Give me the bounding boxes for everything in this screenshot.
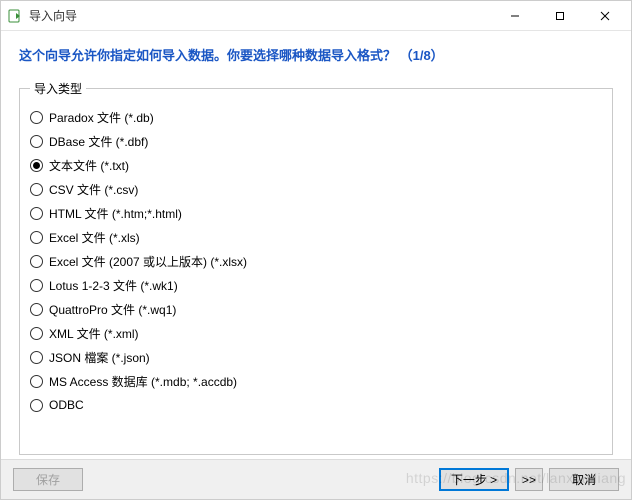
import-type-option[interactable]: MS Access 数据库 (*.mdb; *.accdb) xyxy=(30,369,602,393)
minimize-button[interactable] xyxy=(492,2,537,30)
next-button[interactable]: 下一步 > xyxy=(439,468,509,491)
radio-icon[interactable] xyxy=(30,231,43,244)
radio-icon[interactable] xyxy=(30,255,43,268)
import-type-option[interactable]: CSV 文件 (*.csv) xyxy=(30,177,602,201)
radio-icon[interactable] xyxy=(30,375,43,388)
radio-icon[interactable] xyxy=(30,279,43,292)
option-label: MS Access 数据库 (*.mdb; *.accdb) xyxy=(49,373,237,390)
option-label: Paradox 文件 (*.db) xyxy=(49,109,154,126)
radio-icon[interactable] xyxy=(30,135,43,148)
radio-icon[interactable] xyxy=(30,399,43,412)
option-label: CSV 文件 (*.csv) xyxy=(49,181,138,198)
import-type-option[interactable]: Excel 文件 (2007 或以上版本) (*.xlsx) xyxy=(30,249,602,273)
content-area: 导入类型 Paradox 文件 (*.db) DBase 文件 (*.dbf) 文本… xyxy=(1,70,631,459)
import-type-option[interactable]: XML 文件 (*.xml) xyxy=(30,321,602,345)
radio-icon[interactable] xyxy=(30,159,43,172)
app-icon xyxy=(7,8,23,24)
option-label: Excel 文件 (2007 或以上版本) (*.xlsx) xyxy=(49,253,247,270)
import-type-option[interactable]: JSON 檔案 (*.json) xyxy=(30,345,602,369)
import-type-option[interactable]: ODBC xyxy=(30,393,602,417)
window-controls xyxy=(492,2,627,30)
radio-icon[interactable] xyxy=(30,351,43,364)
save-button[interactable]: 保存 xyxy=(13,468,83,491)
group-legend: 导入类型 xyxy=(30,80,86,97)
import-type-option[interactable]: QuattroPro 文件 (*.wq1) xyxy=(30,297,602,321)
import-type-option[interactable]: 文本文件 (*.txt) xyxy=(30,153,602,177)
window-title: 导入向导 xyxy=(29,7,492,24)
close-button[interactable] xyxy=(582,2,627,30)
option-label: Excel 文件 (*.xls) xyxy=(49,229,140,246)
radio-icon[interactable] xyxy=(30,327,43,340)
option-label: XML 文件 (*.xml) xyxy=(49,325,139,342)
import-type-option[interactable]: DBase 文件 (*.dbf) xyxy=(30,129,602,153)
import-type-option[interactable]: Excel 文件 (*.xls) xyxy=(30,225,602,249)
maximize-button[interactable] xyxy=(537,2,582,30)
option-label: ODBC xyxy=(49,398,84,412)
radio-icon[interactable] xyxy=(30,183,43,196)
option-label: 文本文件 (*.txt) xyxy=(49,157,129,174)
import-type-option[interactable]: HTML 文件 (*.htm;*.html) xyxy=(30,201,602,225)
option-label: HTML 文件 (*.htm;*.html) xyxy=(49,205,182,222)
skip-button[interactable]: >> xyxy=(515,468,543,491)
cancel-button[interactable]: 取消 xyxy=(549,468,619,491)
import-wizard-window: 导入向导 这个向导允许你指定如何导入数据。你要选择哪种数据导入格式？ （1/8）… xyxy=(0,0,632,500)
import-type-group: 导入类型 Paradox 文件 (*.db) DBase 文件 (*.dbf) 文本… xyxy=(19,80,613,455)
option-label: Lotus 1-2-3 文件 (*.wk1) xyxy=(49,277,178,294)
radio-icon[interactable] xyxy=(30,111,43,124)
option-label: DBase 文件 (*.dbf) xyxy=(49,133,148,150)
radio-icon[interactable] xyxy=(30,303,43,316)
titlebar: 导入向导 xyxy=(1,1,631,31)
wizard-footer: 保存 下一步 > >> 取消 xyxy=(1,459,631,499)
option-label: JSON 檔案 (*.json) xyxy=(49,349,150,366)
import-type-option[interactable]: Lotus 1-2-3 文件 (*.wk1) xyxy=(30,273,602,297)
wizard-question: 这个向导允许你指定如何导入数据。你要选择哪种数据导入格式？ （1/8） xyxy=(1,31,631,70)
import-type-option[interactable]: Paradox 文件 (*.db) xyxy=(30,105,602,129)
option-label: QuattroPro 文件 (*.wq1) xyxy=(49,301,176,318)
radio-icon[interactable] xyxy=(30,207,43,220)
